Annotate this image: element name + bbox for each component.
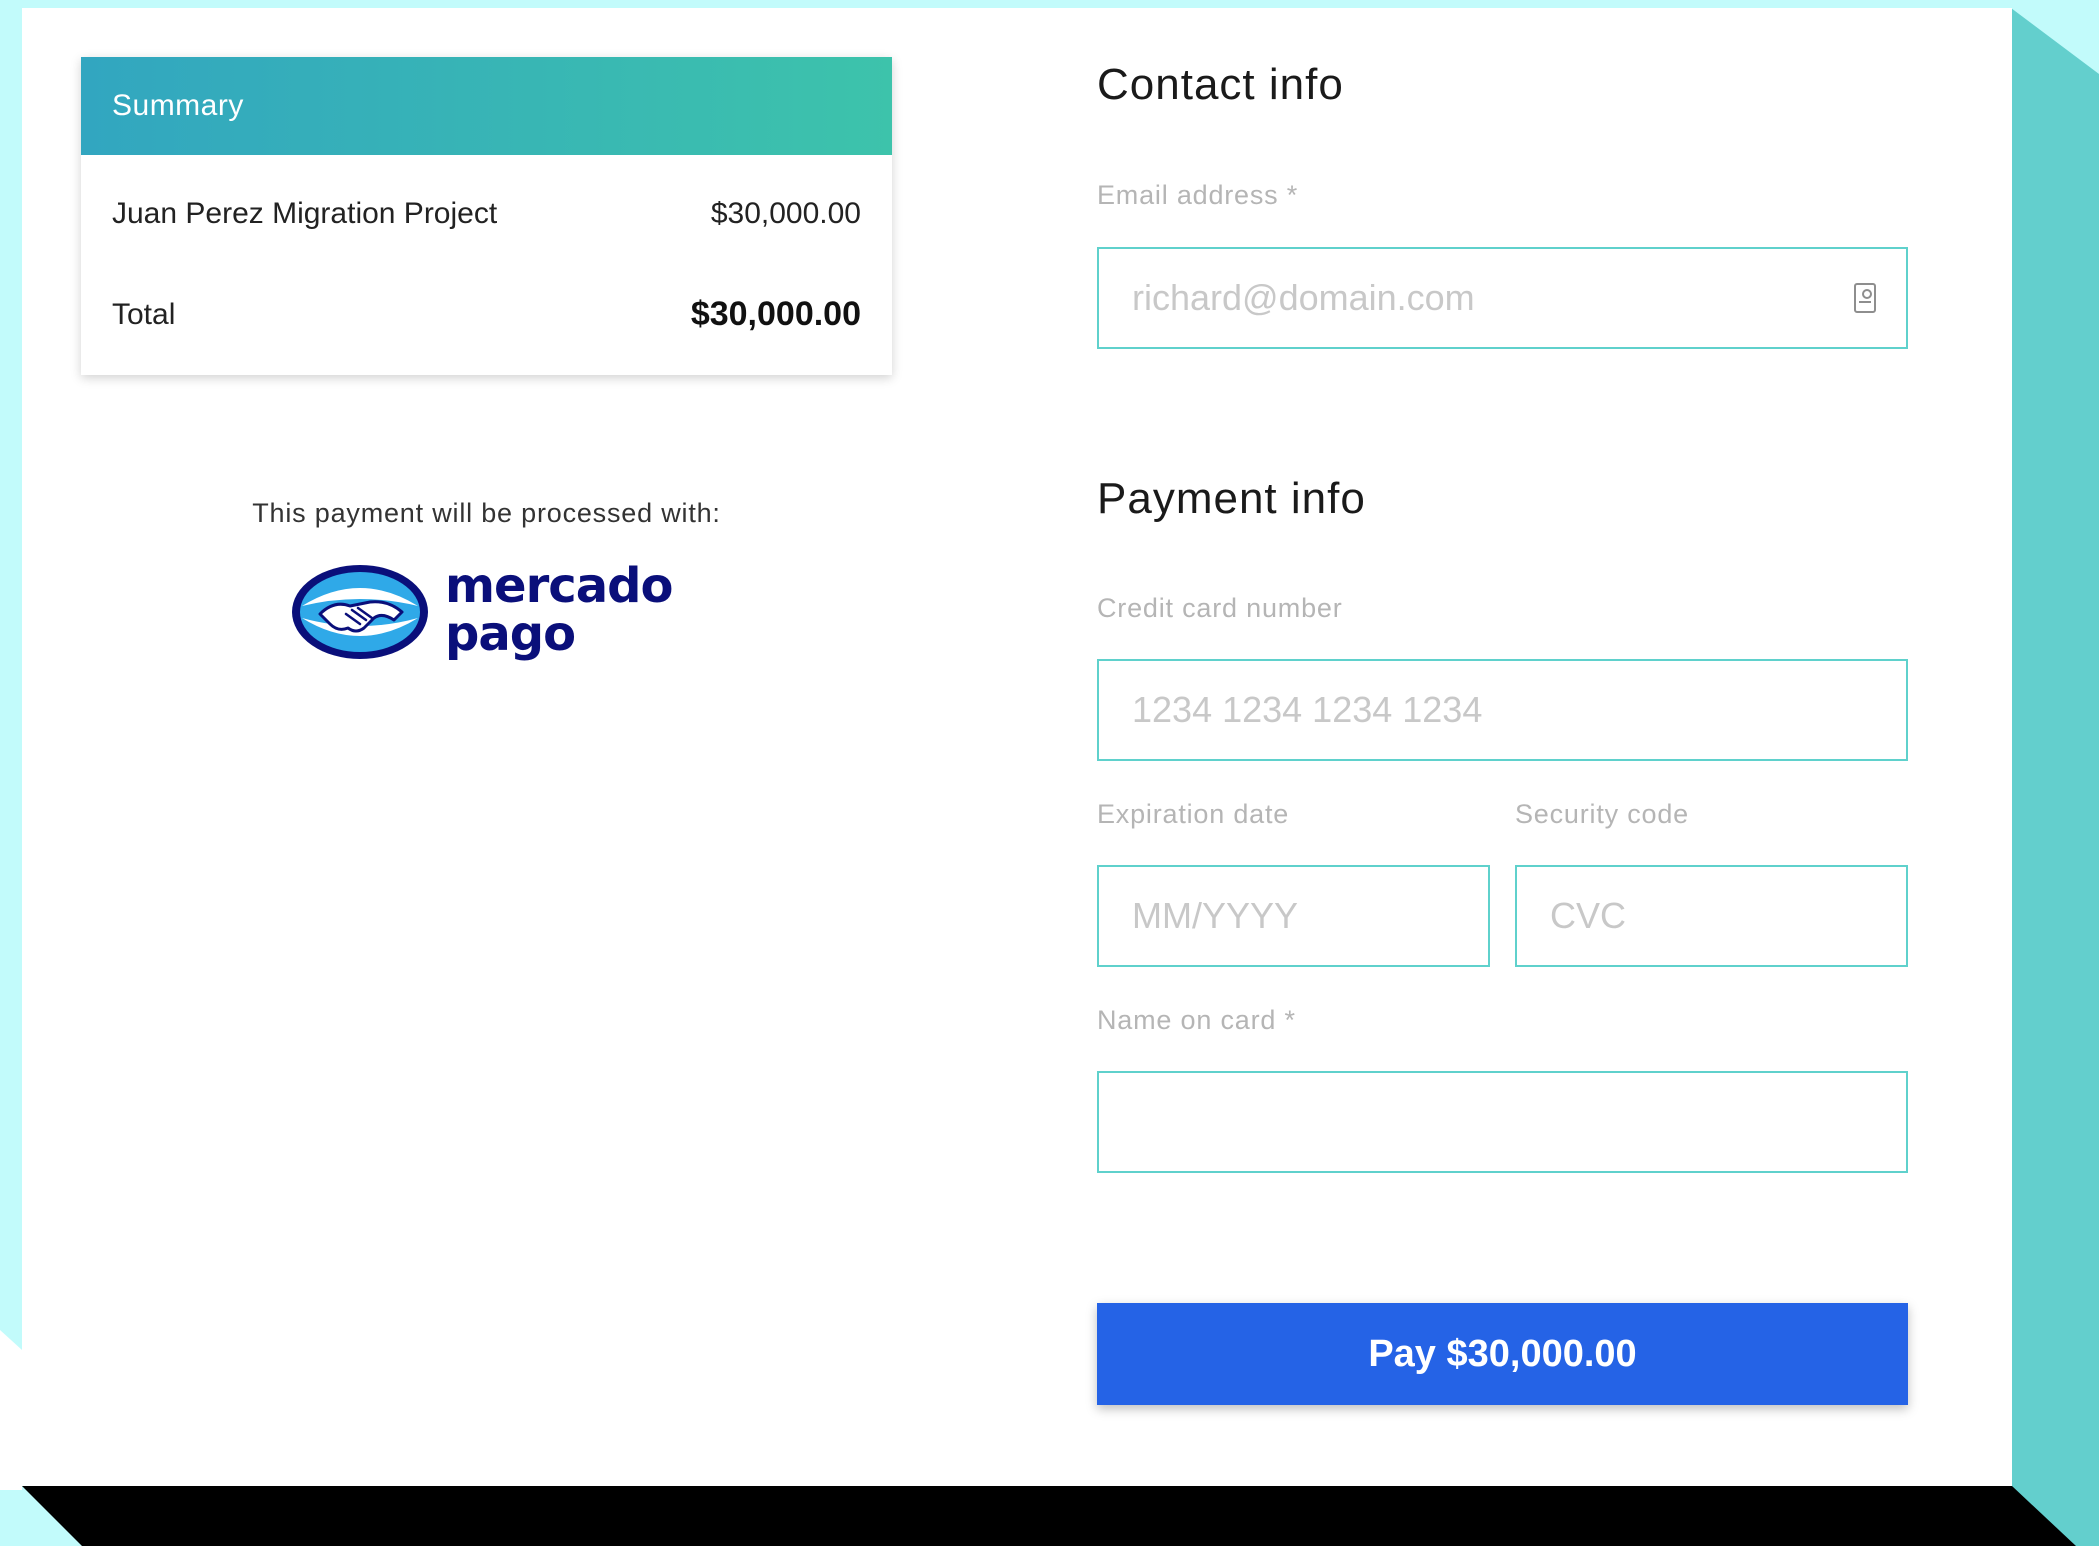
logo-line-1: mercado	[445, 558, 673, 614]
mercado-pago-logo: mercado pago	[290, 562, 710, 672]
email-label: Email address *	[1097, 180, 1299, 210]
card-number-field[interactable]: 1234 1234 1234 1234	[1097, 659, 1908, 761]
line-item-name: Juan Perez Migration Project	[112, 197, 498, 230]
logo-line-2: pago	[445, 606, 576, 662]
security-code-field[interactable]: CVC	[1515, 865, 1908, 967]
summary-title: Summary	[112, 89, 244, 122]
frame-right-edge	[2011, 8, 2099, 1546]
frame-left-notch	[0, 1330, 22, 1490]
summary-total-row: Total $30,000.00	[112, 295, 861, 334]
payment-info-title: Payment info	[1097, 474, 1366, 523]
total-label: Total	[112, 297, 176, 331]
security-code-label: Security code	[1515, 799, 1689, 829]
expiration-placeholder: MM/YYYY	[1132, 895, 1299, 936]
frame-bottom-edge	[22, 1486, 2076, 1546]
expiration-field[interactable]: MM/YYYY	[1097, 865, 1490, 967]
summary-header: Summary	[81, 57, 892, 155]
name-on-card-field[interactable]	[1097, 1071, 1908, 1173]
email-field[interactable]: richard@domain.com	[1097, 247, 1908, 349]
line-item-amount: $30,000.00	[710, 197, 861, 230]
summary-line-item: Juan Perez Migration Project $30,000.00	[112, 197, 861, 231]
pay-button[interactable]: Pay $30,000.00	[1097, 1303, 1908, 1405]
name-on-card-label: Name on card *	[1097, 1005, 1296, 1035]
email-placeholder: richard@domain.com	[1132, 277, 1475, 318]
contact-card-icon[interactable]	[1854, 283, 1876, 313]
mercado-pago-wordmark: mercado pago	[445, 558, 673, 662]
processor-text: This payment will be processed with:	[252, 498, 721, 528]
summary-card: Summary Juan Perez Migration Project $30…	[81, 57, 892, 375]
expiration-label: Expiration date	[1097, 799, 1290, 829]
card-number-label: Credit card number	[1097, 593, 1343, 623]
card-number-placeholder: 1234 1234 1234 1234	[1132, 689, 1483, 730]
handshake-icon	[292, 565, 428, 659]
contact-info-title: Contact info	[1097, 60, 1344, 109]
checkout-panel: Summary Juan Perez Migration Project $30…	[22, 8, 2012, 1486]
total-amount: $30,000.00	[690, 295, 861, 333]
security-code-placeholder: CVC	[1550, 895, 1627, 936]
